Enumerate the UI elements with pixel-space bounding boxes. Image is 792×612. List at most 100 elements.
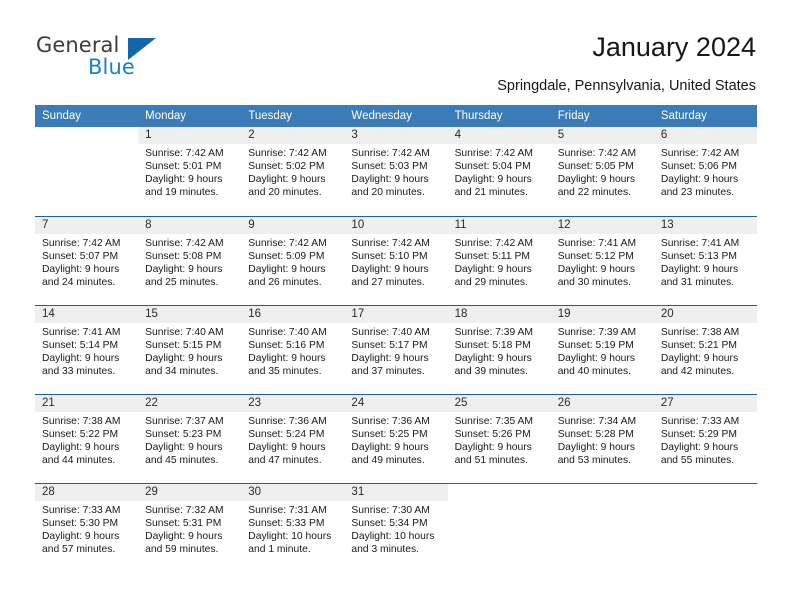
sunrise-time: Sunrise: 7:40 AM: [145, 326, 224, 338]
sunset-time: Sunset: 5:05 PM: [557, 161, 634, 173]
sunrise-time: Sunrise: 7:42 AM: [660, 148, 740, 159]
day-cell-inner: 4 Sunrise: 7:42 AM Sunset: 5:04 PM Daylight…: [447, 127, 551, 216]
daylight-duration-line1: Daylight: 9 hours: [454, 174, 532, 186]
calendar-day-cell[interactable]: 10 Sunrise: 7:42 AM Sunset: 5:10 PM Dayligh…: [344, 215, 448, 305]
day-details: Sunrise: 7:42 AM Sunset: 5:09 PM Daylight:…: [241, 234, 344, 289]
daylight-duration-line2: and 21 minutes.: [454, 187, 528, 199]
daylight-duration-line1: Daylight: 9 hours: [454, 263, 532, 275]
daylight-duration-line2: and 47 minutes.: [248, 454, 322, 466]
calendar-day-cell[interactable]: 16 Sunrise: 7:40 AM Sunset: 5:16 PM Dayligh…: [241, 304, 345, 394]
day-number: 30: [241, 483, 345, 501]
day-number: 8: [138, 216, 242, 234]
day-cell-inner: 9 Sunrise: 7:42 AM Sunset: 5:09 PM Daylight…: [241, 216, 345, 305]
calendar-day-cell[interactable]: 2 Sunrise: 7:42 AM Sunset: 5:02 PM Daylight…: [241, 127, 345, 216]
calendar-day-cell[interactable]: 22 Sunrise: 7:37 AM Sunset: 5:23 PM Dayligh…: [138, 393, 242, 483]
calendar-day-cell[interactable]: 9 Sunrise: 7:42 AM Sunset: 5:09 PM Daylight…: [241, 215, 345, 305]
day-cell-inner: [448, 484, 551, 573]
calendar-day-cell[interactable]: 5 Sunrise: 7:42 AM Sunset: 5:05 PM Daylight…: [550, 127, 654, 216]
day-cell-inner: 30 Sunrise: 7:31 AM Sunset: 5:33 PM Dayligh…: [241, 483, 345, 573]
weekday-header-wednesday: Wednesday: [344, 105, 448, 127]
calendar-day-cell[interactable]: 27 Sunrise: 7:33 AM Sunset: 5:29 PM Dayligh…: [653, 393, 757, 483]
calendar-day-cell[interactable]: 30 Sunrise: 7:31 AM Sunset: 5:33 PM Dayligh…: [241, 482, 345, 573]
daylight-duration-line1: Daylight: 9 hours: [42, 441, 120, 453]
daylight-duration-line1: Daylight: 9 hours: [351, 174, 429, 186]
daylight-duration-line1: Daylight: 9 hours: [42, 530, 120, 542]
day-number: 24: [344, 394, 448, 412]
calendar-day-cell[interactable]: 8 Sunrise: 7:42 AM Sunset: 5:08 PM Daylight…: [138, 215, 242, 305]
daylight-duration-line2: and 39 minutes.: [454, 365, 528, 377]
sunset-time: Sunset: 5:34 PM: [351, 517, 428, 529]
calendar-day-cell[interactable]: 3 Sunrise: 7:42 AM Sunset: 5:03 PM Daylight…: [344, 127, 448, 216]
calendar-day-cell[interactable]: 21 Sunrise: 7:38 AM Sunset: 5:22 PM Dayligh…: [35, 393, 139, 483]
day-cell-inner: 5 Sunrise: 7:42 AM Sunset: 5:05 PM Daylight…: [550, 127, 654, 216]
sunrise-time: Sunrise: 7:41 AM: [660, 237, 740, 249]
sunset-time: Sunset: 5:15 PM: [145, 339, 222, 351]
daylight-duration-line1: Daylight: 9 hours: [248, 263, 326, 275]
calendar-day-cell[interactable]: 17 Sunrise: 7:40 AM Sunset: 5:17 PM Dayligh…: [344, 304, 448, 394]
day-number: [448, 484, 551, 501]
day-cell-inner: 15 Sunrise: 7:40 AM Sunset: 5:15 PM Dayligh…: [138, 305, 242, 394]
calendar-day-cell[interactable]: 29 Sunrise: 7:32 AM Sunset: 5:31 PM Dayligh…: [138, 482, 242, 572]
calendar-day-cell[interactable]: 12 Sunrise: 7:41 AM Sunset: 5:12 PM Dayligh…: [550, 215, 654, 305]
daylight-duration-line1: Daylight: 9 hours: [557, 263, 635, 275]
daylight-duration-line1: Daylight: 9 hours: [351, 352, 429, 364]
calendar-day-cell[interactable]: 18 Sunrise: 7:39 AM Sunset: 5:18 PM Dayligh…: [447, 304, 551, 394]
calendar-week-row: 28 Sunrise: 7:33 AM Sunset: 5:30 PM Dayligh…: [35, 482, 757, 573]
sunset-time: Sunset: 5:26 PM: [454, 428, 531, 440]
day-number: 1: [138, 127, 242, 144]
daylight-duration-line2: and 23 minutes.: [660, 187, 735, 199]
calendar-day-cell[interactable]: 4 Sunrise: 7:42 AM Sunset: 5:04 PM Daylight…: [447, 127, 551, 216]
daylight-duration-line2: and 45 minutes.: [145, 454, 219, 466]
day-details: Sunrise: 7:42 AM Sunset: 5:07 PM Daylight:…: [35, 234, 138, 289]
calendar-day-cell[interactable]: 19 Sunrise: 7:39 AM Sunset: 5:19 PM Dayligh…: [550, 304, 654, 394]
sunset-time: Sunset: 5:08 PM: [145, 250, 222, 262]
calendar-day-cell[interactable]: 6 Sunrise: 7:42 AM Sunset: 5:06 PM Daylight…: [653, 127, 757, 216]
sunset-time: Sunset: 5:22 PM: [42, 428, 119, 440]
daylight-duration-line2: and 37 minutes.: [351, 365, 425, 377]
daylight-duration-line2: and 31 minutes.: [660, 276, 735, 288]
weekday-header-sunday: Sunday: [35, 105, 139, 127]
day-number: 20: [653, 305, 757, 323]
brand-logo[interactable]: General Blue: [36, 33, 236, 85]
calendar-day-cell[interactable]: 7 Sunrise: 7:42 AM Sunset: 5:07 PM Daylight…: [35, 215, 139, 305]
page-subtitle: Springdale, Pennsylvania, United States: [497, 78, 756, 94]
brand-name-blue: Blue: [88, 55, 135, 79]
daylight-duration-line2: and 27 minutes.: [351, 276, 425, 288]
sunset-time: Sunset: 5:33 PM: [248, 517, 325, 529]
daylight-duration-line2: and 20 minutes.: [248, 187, 322, 199]
day-details: Sunrise: 7:30 AM Sunset: 5:34 PM Daylight:…: [344, 501, 447, 556]
calendar-day-cell[interactable]: 11 Sunrise: 7:42 AM Sunset: 5:11 PM Dayligh…: [447, 215, 551, 305]
day-cell-inner: 19 Sunrise: 7:39 AM Sunset: 5:19 PM Dayligh…: [550, 305, 654, 394]
calendar-day-cell[interactable]: 23 Sunrise: 7:36 AM Sunset: 5:24 PM Dayligh…: [241, 393, 345, 483]
calendar-week-row: 7 Sunrise: 7:42 AM Sunset: 5:07 PM Daylight…: [35, 215, 757, 305]
sunrise-time: Sunrise: 7:42 AM: [351, 237, 430, 249]
daylight-duration-line2: and 49 minutes.: [351, 454, 425, 466]
day-details: Sunrise: 7:38 AM Sunset: 5:22 PM Daylight:…: [35, 412, 138, 467]
page-title: January 2024: [592, 32, 756, 62]
sunrise-time: Sunrise: 7:42 AM: [145, 237, 224, 249]
day-details: Sunrise: 7:32 AM Sunset: 5:31 PM Daylight:…: [138, 501, 241, 556]
sunset-time: Sunset: 5:21 PM: [660, 339, 737, 351]
day-details: Sunrise: 7:42 AM Sunset: 5:08 PM Daylight:…: [138, 234, 241, 289]
calendar-day-cell[interactable]: 1 Sunrise: 7:42 AM Sunset: 5:01 PM Daylight…: [138, 127, 242, 216]
calendar-day-cell[interactable]: 25 Sunrise: 7:35 AM Sunset: 5:26 PM Dayligh…: [447, 393, 551, 483]
day-number: 28: [35, 483, 139, 501]
day-details: Sunrise: 7:40 AM Sunset: 5:16 PM Daylight:…: [241, 323, 344, 378]
calendar-day-cell[interactable]: 14 Sunrise: 7:41 AM Sunset: 5:14 PM Dayligh…: [35, 304, 139, 394]
day-cell-inner: [35, 127, 138, 216]
day-cell-inner: 3 Sunrise: 7:42 AM Sunset: 5:03 PM Daylight…: [344, 127, 448, 216]
day-number: 7: [35, 216, 139, 234]
calendar-day-cell[interactable]: 24 Sunrise: 7:36 AM Sunset: 5:25 PM Dayligh…: [344, 393, 448, 483]
day-number: 15: [138, 305, 242, 323]
calendar-day-cell[interactable]: 15 Sunrise: 7:40 AM Sunset: 5:15 PM Dayligh…: [138, 304, 242, 394]
day-details: Sunrise: 7:36 AM Sunset: 5:24 PM Daylight:…: [241, 412, 344, 467]
calendar-day-cell[interactable]: 20 Sunrise: 7:38 AM Sunset: 5:21 PM Dayligh…: [653, 304, 757, 394]
daylight-duration-line1: Daylight: 9 hours: [145, 441, 223, 453]
calendar-day-cell[interactable]: 28 Sunrise: 7:33 AM Sunset: 5:30 PM Dayligh…: [35, 482, 139, 572]
daylight-duration-line1: Daylight: 9 hours: [145, 530, 223, 542]
calendar-day-cell[interactable]: 31 Sunrise: 7:30 AM Sunset: 5:34 PM Dayligh…: [344, 482, 448, 572]
daylight-duration-line2: and 29 minutes.: [454, 276, 528, 288]
calendar-day-cell[interactable]: 26 Sunrise: 7:34 AM Sunset: 5:28 PM Dayligh…: [550, 393, 654, 483]
calendar-day-cell[interactable]: 13 Sunrise: 7:41 AM Sunset: 5:13 PM Dayligh…: [653, 215, 757, 305]
daylight-duration-line1: Daylight: 9 hours: [557, 441, 635, 453]
